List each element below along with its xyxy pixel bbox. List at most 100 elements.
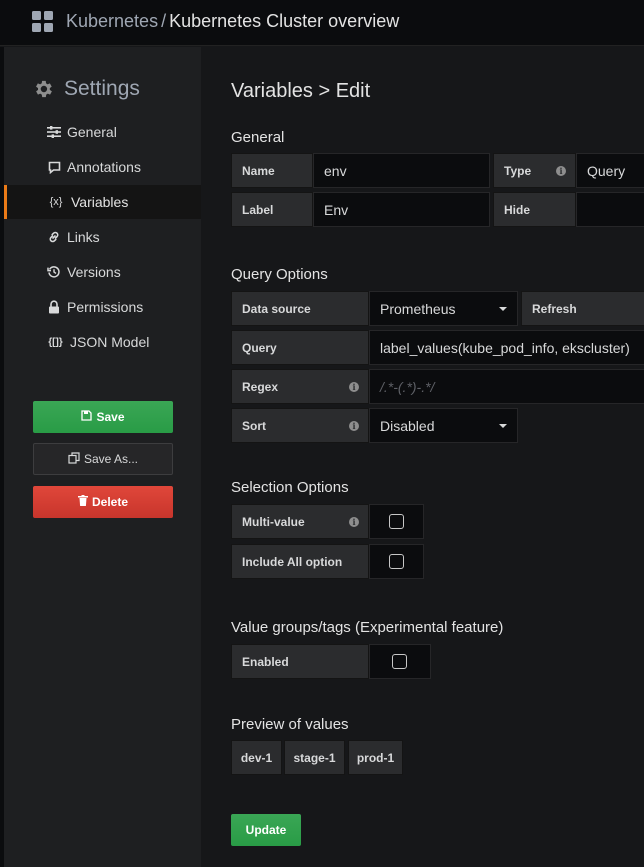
hide-select[interactable] bbox=[576, 192, 644, 227]
page-title: Variables > Edit bbox=[231, 80, 371, 102]
selection-options-heading: Selection Options bbox=[231, 479, 349, 496]
multi-value-label: Multi-value i bbox=[231, 504, 369, 539]
sidebar-item-label: Links bbox=[67, 229, 100, 245]
dashboard-grid-icon[interactable] bbox=[32, 11, 54, 33]
refresh-label-text: Refresh bbox=[532, 301, 577, 316]
include-all-label-text: Include All option bbox=[242, 554, 343, 569]
name-input-value: env bbox=[324, 162, 347, 179]
sidebar-item-links[interactable]: Links bbox=[4, 220, 201, 254]
label-label: Label bbox=[231, 192, 313, 227]
include-all-checkbox-container bbox=[369, 544, 424, 579]
sort-label-text: Sort bbox=[242, 418, 266, 433]
enabled-label-text: Enabled bbox=[242, 654, 289, 669]
save-button[interactable]: Save bbox=[33, 401, 173, 433]
lock-icon bbox=[46, 300, 62, 314]
update-button-label: Update bbox=[245, 823, 287, 837]
name-input[interactable]: env bbox=[313, 153, 490, 188]
multi-value-label-text: Multi-value bbox=[242, 514, 305, 529]
label-label-text: Label bbox=[242, 202, 274, 217]
sidebar-title: Settings bbox=[32, 77, 140, 101]
query-label: Query bbox=[231, 330, 369, 365]
info-icon[interactable]: i bbox=[349, 382, 359, 392]
preview-value-tag: prod-1 bbox=[348, 740, 403, 775]
label-input-value: Env bbox=[324, 201, 349, 218]
type-label-text: Type bbox=[504, 163, 532, 178]
caret-down-icon bbox=[499, 424, 507, 428]
query-options-heading: Query Options bbox=[231, 266, 328, 283]
query-input[interactable]: label_values(kube_pod_info, ekscluster) bbox=[369, 330, 644, 365]
include-all-checkbox[interactable] bbox=[389, 554, 404, 569]
floppy-icon bbox=[81, 410, 93, 424]
sidebar-item-versions[interactable]: Versions bbox=[4, 255, 201, 289]
multi-value-checkbox[interactable] bbox=[389, 514, 404, 529]
save-as-button-label: Save As... bbox=[83, 452, 139, 466]
type-label: Type i bbox=[493, 153, 576, 188]
sidebar-item-label: General bbox=[67, 124, 117, 140]
top-navbar: Kubernetes / Kubernetes Cluster overview bbox=[0, 0, 644, 46]
save-as-button[interactable]: Save As... bbox=[33, 443, 173, 475]
trash-icon bbox=[77, 495, 88, 509]
breadcrumb: Kubernetes / Kubernetes Cluster overview bbox=[66, 11, 399, 31]
variable-icon: {x} bbox=[49, 196, 63, 208]
datasource-label: Data source bbox=[231, 291, 369, 326]
sidebar-item-json-model[interactable]: {[]} JSON Model bbox=[4, 325, 201, 359]
json-icon: {[]} bbox=[48, 336, 63, 348]
type-select-value: Query bbox=[587, 162, 626, 179]
copy-icon bbox=[68, 451, 80, 467]
settings-sidebar: Settings General Annotations {x} Variabl… bbox=[4, 47, 201, 867]
query-label-text: Query bbox=[242, 340, 277, 355]
sidebar-item-label: Annotations bbox=[67, 159, 141, 175]
multi-value-checkbox-container bbox=[369, 504, 424, 539]
delete-button-label: Delete bbox=[91, 495, 129, 509]
regex-input-placeholder: /.*-(.*)-.*/ bbox=[380, 378, 435, 395]
preview-value-tag: dev-1 bbox=[231, 740, 282, 775]
sidebar-item-annotations[interactable]: Annotations bbox=[4, 150, 201, 184]
preview-heading: Preview of values bbox=[231, 716, 349, 733]
sidebar-item-permissions[interactable]: Permissions bbox=[4, 290, 201, 324]
sidebar-item-label: Variables bbox=[71, 194, 129, 210]
preview-value-tag: stage-1 bbox=[284, 740, 345, 775]
info-icon[interactable]: i bbox=[556, 166, 566, 176]
sidebar-title-text: Settings bbox=[64, 77, 140, 100]
link-icon bbox=[46, 230, 62, 244]
general-section-heading: General bbox=[231, 129, 285, 146]
datasource-select[interactable]: Prometheus bbox=[369, 291, 518, 326]
sidebar-item-label: Permissions bbox=[67, 299, 144, 315]
enabled-checkbox[interactable] bbox=[392, 654, 407, 669]
comment-icon bbox=[46, 160, 62, 174]
info-icon[interactable]: i bbox=[349, 517, 359, 527]
value-groups-heading: Value groups/tags (Experimental feature) bbox=[231, 619, 504, 636]
include-all-label: Include All option bbox=[231, 544, 369, 579]
variable-editor: Variables > Edit General Name env Type i … bbox=[201, 47, 644, 867]
sliders-icon bbox=[46, 125, 62, 139]
sidebar-item-label: Versions bbox=[67, 264, 121, 280]
history-icon bbox=[46, 265, 62, 279]
sort-select[interactable]: Disabled bbox=[369, 408, 518, 443]
delete-button[interactable]: Delete bbox=[33, 486, 173, 518]
regex-label-text: Regex bbox=[242, 379, 279, 394]
caret-down-icon bbox=[499, 307, 507, 311]
regex-input[interactable]: /.*-(.*)-.*/ bbox=[369, 369, 644, 404]
regex-label: Regex i bbox=[231, 369, 369, 404]
type-select[interactable]: Query bbox=[576, 153, 644, 188]
label-input[interactable]: Env bbox=[313, 192, 490, 227]
enabled-checkbox-container bbox=[369, 644, 431, 679]
datasource-select-value: Prometheus bbox=[380, 300, 456, 317]
refresh-label: Refreshi bbox=[521, 291, 644, 326]
query-input-value: label_values(kube_pod_info, ekscluster) bbox=[380, 339, 630, 356]
gear-icon bbox=[36, 80, 52, 98]
update-button[interactable]: Update bbox=[231, 814, 301, 846]
hide-label-text: Hide bbox=[504, 202, 531, 217]
name-label-text: Name bbox=[242, 163, 275, 178]
hide-label: Hide bbox=[493, 192, 576, 227]
datasource-label-text: Data source bbox=[242, 301, 311, 316]
breadcrumb-dashboard-title[interactable]: Kubernetes Cluster overview bbox=[169, 11, 399, 31]
name-label: Name bbox=[231, 153, 313, 188]
sort-label: Sort i bbox=[231, 408, 369, 443]
sort-select-value: Disabled bbox=[380, 417, 435, 434]
sidebar-item-general[interactable]: General bbox=[4, 115, 201, 149]
breadcrumb-folder[interactable]: Kubernetes bbox=[66, 11, 158, 31]
sidebar-item-variables[interactable]: {x} Variables bbox=[4, 185, 201, 219]
info-icon[interactable]: i bbox=[349, 421, 359, 431]
sidebar-item-label: JSON Model bbox=[70, 334, 150, 350]
